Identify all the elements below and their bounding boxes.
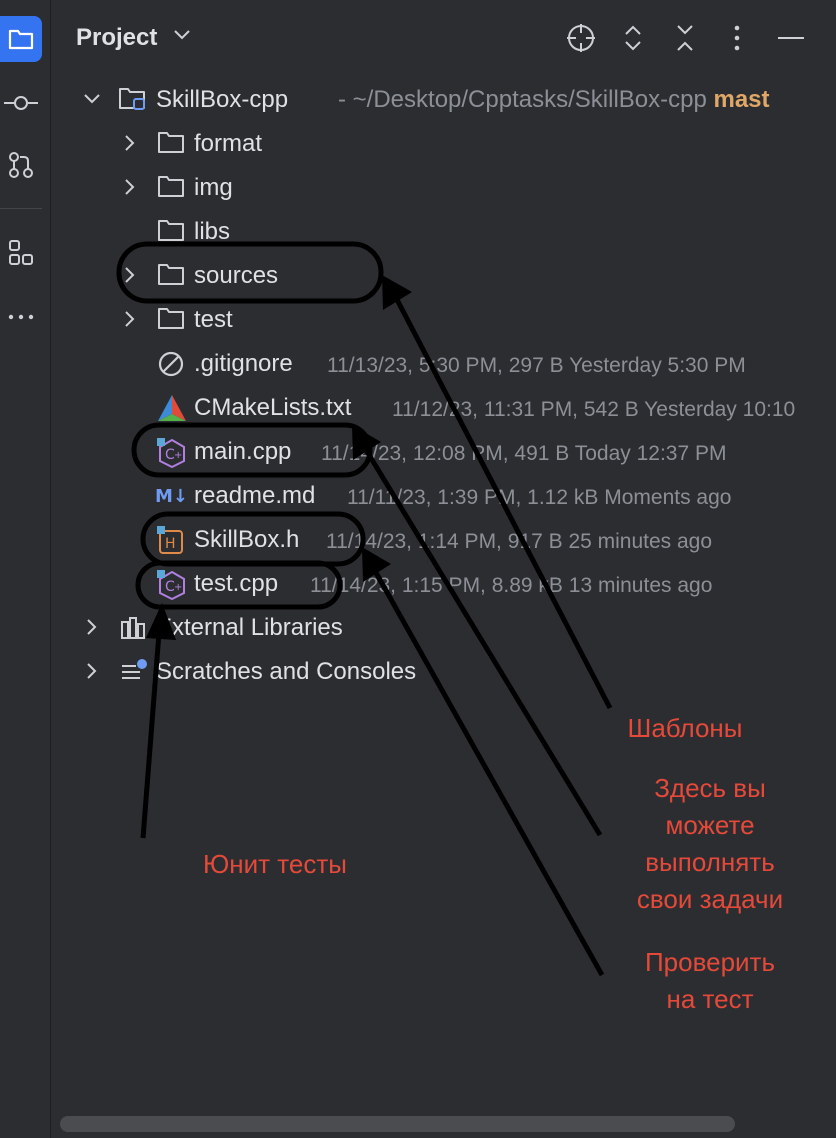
folder-icon: [157, 306, 185, 332]
tree-file-meta: 11/11/23, 1:39 PM, 1.12 kB Moments ago: [347, 486, 732, 509]
external-libraries-row[interactable]: External Libraries: [51, 605, 836, 649]
chevron-right-icon[interactable]: [120, 177, 140, 197]
scratches-row[interactable]: Scratches and Consoles: [51, 649, 836, 693]
annotation-check: Проверить на тест: [615, 944, 805, 1018]
panel-header: Project: [51, 0, 836, 76]
tree-file-meta: 11/14/23, 1:15 PM, 8.89 kB 13 minutes ag…: [310, 574, 713, 597]
chevron-right-icon[interactable]: [120, 133, 140, 153]
tree-file-name: main.cpp: [194, 438, 292, 465]
tree-file-name: CMakeLists.txt: [194, 394, 352, 421]
tree-folder-name: format: [194, 130, 263, 157]
tool-window-separator: [0, 208, 42, 209]
chevron-right-icon[interactable]: [120, 265, 140, 285]
hide-icon[interactable]: [773, 20, 809, 56]
annotation-check-line: Проверить: [644, 947, 776, 977]
tree-folder-row[interactable]: format: [51, 121, 836, 165]
header-file-icon: H: [157, 526, 185, 554]
tree-folder-name: img: [194, 174, 233, 201]
tree-file-name: test.cpp: [194, 570, 279, 597]
annotation-unit-tests: Юнит тесты: [203, 849, 347, 879]
annotation-check-line: на тест: [666, 984, 754, 1014]
horizontal-scrollbar[interactable]: [60, 1116, 735, 1132]
tree-file-meta: 11/12/23, 11:31 PM, 542 B Yesterday 10:1…: [392, 398, 796, 421]
annotation-tasks: Здесь вы можете выполнять свои задачи: [615, 770, 805, 918]
tool-window-bar: [0, 0, 51, 1138]
markdown-icon: M↓: [155, 485, 188, 511]
svg-text:+: +: [174, 582, 182, 593]
annotation-templates: Шаблоны: [627, 713, 743, 743]
svg-text:+: +: [174, 450, 182, 461]
tree-file-row[interactable]: M↓ readme.md 11/11/23, 1:39 PM, 1.12 kB …: [51, 473, 836, 517]
scratches-icon: [120, 658, 148, 684]
tree-file-meta: 11/14/23, 1:14 PM, 917 B 25 minutes ago: [326, 530, 713, 553]
tree-folder-row[interactable]: test: [51, 297, 836, 341]
commit-icon[interactable]: [0, 80, 42, 126]
tree-folder-name: sources: [194, 262, 279, 289]
svg-text:H: H: [165, 536, 176, 552]
annotation-tasks-line: Здесь вы: [654, 773, 766, 803]
tree-file-row[interactable]: C + test.cpp 11/14/23, 1:15 PM, 8.89 kB 1…: [51, 561, 836, 605]
tree-file-name: readme.md: [194, 482, 316, 509]
tree-folder-name: test: [194, 306, 233, 333]
cpp-file-icon: C +: [157, 438, 185, 469]
library-icon: [120, 614, 148, 640]
folder-icon: [157, 218, 185, 244]
scratches-label: Scratches and Consoles: [156, 658, 417, 685]
locate-icon[interactable]: [563, 20, 599, 56]
module-folder-icon: [118, 86, 146, 112]
git-branch-label: mast: [713, 86, 770, 113]
tree-folder-row[interactable]: sources: [51, 253, 836, 297]
annotation-tasks-line: свои задачи: [636, 884, 784, 914]
chevron-right-icon[interactable]: [82, 617, 102, 637]
tree-folder-row[interactable]: libs: [51, 209, 836, 253]
tree-file-row[interactable]: C + main.cpp 11/14/23, 12:08 PM, 491 B To…: [51, 429, 836, 473]
tree-file-row[interactable]: CMakeLists.txt 11/12/23, 11:31 PM, 542 B…: [51, 385, 836, 429]
svg-text:M↓: M↓: [155, 486, 188, 505]
cmake-icon: [157, 394, 186, 421]
tree-file-name: SkillBox.h: [194, 526, 300, 553]
more-icon[interactable]: [0, 294, 42, 340]
folder-icon: [157, 262, 185, 288]
chevron-right-icon[interactable]: [82, 661, 102, 681]
folder-icon: [157, 130, 185, 156]
chevron-down-icon[interactable]: [82, 89, 102, 109]
annotation-tasks-line: можете: [665, 810, 755, 840]
external-libraries-label: External Libraries: [156, 614, 343, 641]
expand-all-icon[interactable]: [615, 20, 651, 56]
annotation-tasks-line: выполнять: [645, 847, 775, 877]
tree-file-row[interactable]: H SkillBox.h 11/14/23, 1:14 PM, 917 B 25…: [51, 517, 836, 561]
panel-title[interactable]: Project: [76, 24, 157, 52]
collapse-all-icon[interactable]: [667, 20, 703, 56]
ignore-file-icon: [157, 350, 185, 377]
folder-icon: [157, 174, 185, 200]
tree-file-meta: 11/13/23, 5:30 PM, 297 B Yesterday 5:30 …: [327, 354, 746, 377]
tree-file-meta: 11/14/23, 12:08 PM, 491 B Today 12:37 PM: [321, 442, 727, 465]
tree-folder-name: libs: [194, 218, 231, 245]
tree-folder-row[interactable]: img: [51, 165, 836, 209]
tree-file-row[interactable]: .gitignore 11/13/23, 5:30 PM, 297 B Yest…: [51, 341, 836, 385]
tree-root-name: SkillBox-cpp: [156, 86, 289, 113]
pull-request-icon[interactable]: [0, 142, 42, 188]
tree-root-row[interactable]: SkillBox-cpp - ~/Desktop/Cpptasks/SkillB…: [51, 77, 836, 121]
cpp-file-icon: C +: [157, 570, 185, 601]
chevron-right-icon[interactable]: [120, 309, 140, 329]
project-icon[interactable]: [0, 16, 42, 62]
tree-file-name: .gitignore: [194, 350, 293, 377]
options-icon[interactable]: [719, 20, 755, 56]
structure-icon[interactable]: [0, 230, 42, 276]
tree-root-path: - ~/Desktop/Cpptasks/SkillBox-cpp mast: [338, 86, 770, 113]
chevron-down-icon[interactable]: [173, 28, 191, 47]
